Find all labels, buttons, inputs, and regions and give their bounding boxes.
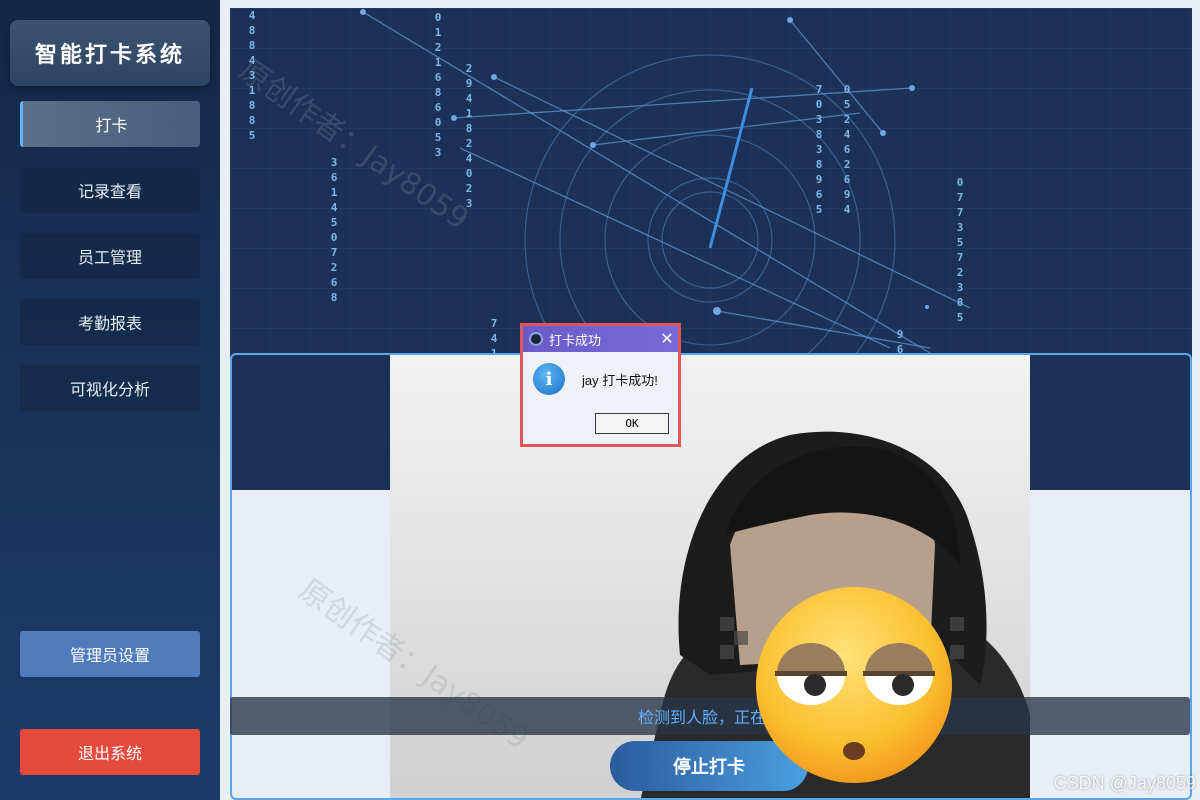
dialog-body: i jay 打卡成功! OK bbox=[523, 352, 678, 444]
face-detection-status: 检测到人脸，正在识 bbox=[230, 697, 1190, 735]
exit-system-button[interactable]: 退出系统 bbox=[20, 729, 200, 775]
face-mask-emoji-icon bbox=[756, 587, 952, 783]
nav-item-visualization[interactable]: 可视化分析 bbox=[20, 365, 200, 411]
dialog-message: jay 打卡成功! bbox=[582, 373, 658, 388]
sidebar: 智能打卡系统 打卡 记录查看 员工管理 考勤报表 可视化分析 管理员设置 退出系… bbox=[0, 0, 220, 800]
nav-item-records[interactable]: 记录查看 bbox=[20, 167, 200, 213]
admin-settings-button[interactable]: 管理员设置 bbox=[20, 631, 200, 677]
nav-item-checkin[interactable]: 打卡 bbox=[20, 101, 200, 147]
info-icon: i bbox=[533, 363, 565, 395]
nav-item-label: 记录查看 bbox=[77, 182, 142, 201]
digit-column: 4 8 8 4 3 1 8 8 5 bbox=[248, 9, 256, 142]
digit-column: 0 7 7 3 5 7 2 3 8 5 bbox=[956, 176, 964, 324]
nav-item-label: 员工管理 bbox=[77, 248, 142, 267]
app-icon bbox=[529, 332, 543, 346]
ok-button[interactable]: OK bbox=[595, 413, 669, 434]
nav-item-label: 考勤报表 bbox=[77, 314, 142, 333]
digit-column: 0 1 2 1 6 8 6 0 5 3 bbox=[434, 11, 442, 159]
nav-item-employees[interactable]: 员工管理 bbox=[20, 233, 200, 279]
close-icon[interactable]: ✕ bbox=[656, 328, 678, 350]
nav-item-reports[interactable]: 考勤报表 bbox=[20, 299, 200, 345]
digit-column: 2 9 4 1 8 2 4 0 2 3 bbox=[465, 62, 473, 210]
dialog-titlebar[interactable]: 打卡成功 ✕ bbox=[523, 326, 678, 352]
digit-column: 7 0 3 8 3 8 9 6 5 bbox=[815, 83, 823, 216]
dialog-title: 打卡成功 bbox=[549, 332, 602, 348]
nav-item-label: 可视化分析 bbox=[69, 380, 150, 399]
digit-column: 0 5 2 4 6 2 6 9 4 bbox=[843, 83, 851, 216]
success-dialog: 打卡成功 ✕ i jay 打卡成功! OK bbox=[520, 323, 681, 447]
csdn-watermark: CSDN @Jay8059 bbox=[1053, 773, 1196, 793]
app-title: 智能打卡系统 bbox=[10, 20, 210, 86]
digit-column: 3 6 1 4 5 0 7 2 6 8 bbox=[330, 156, 338, 304]
nav-item-label: 打卡 bbox=[95, 116, 128, 135]
